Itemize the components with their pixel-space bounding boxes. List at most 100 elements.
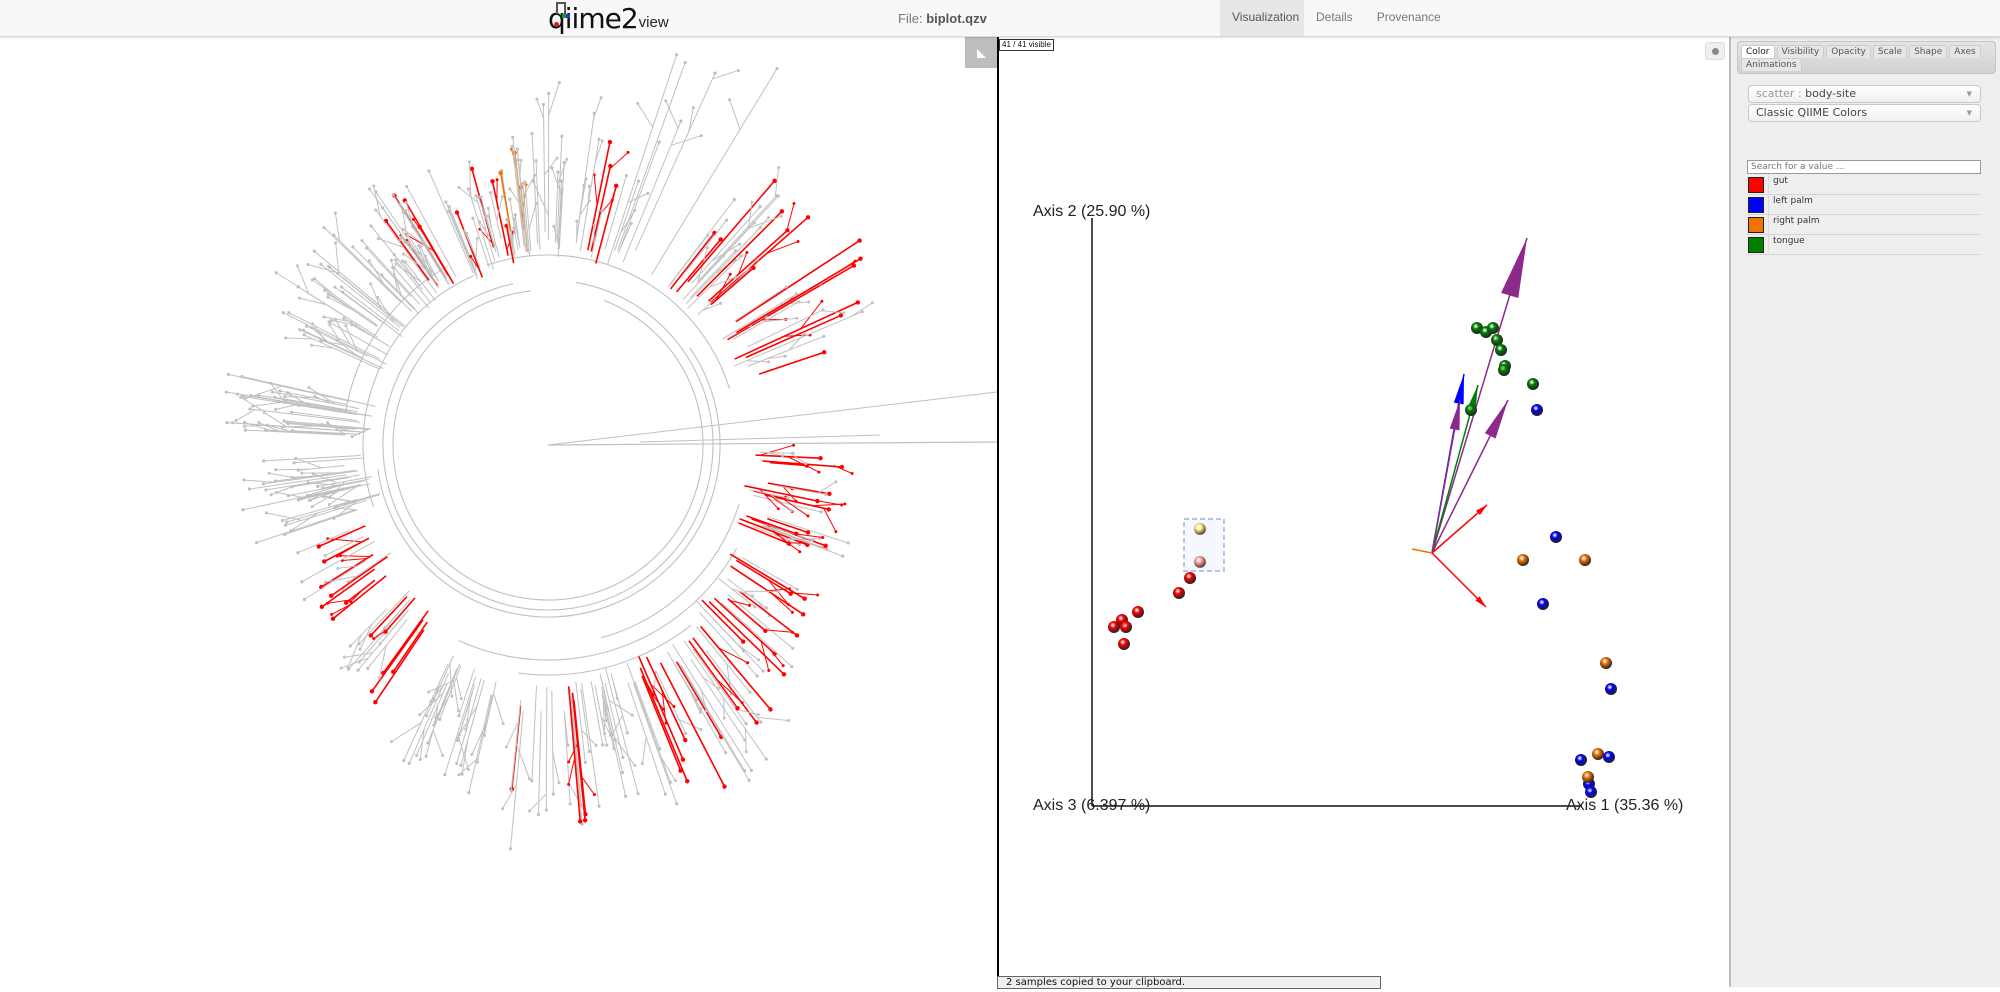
tree-ring xyxy=(459,548,737,660)
tree-branch xyxy=(591,211,602,258)
tree-tip xyxy=(405,201,408,204)
tree-tip xyxy=(753,605,756,608)
tree-tip xyxy=(467,791,470,794)
emperor-menu-pane: Color Visibility Opacity Scale Shape Axe… xyxy=(1729,37,2000,987)
tree-tip xyxy=(807,300,810,303)
category-select[interactable]: scatter : body-site ▼ xyxy=(1748,85,1981,103)
tree-tip xyxy=(292,461,295,464)
tree-tip xyxy=(330,613,333,616)
tree-tip xyxy=(757,658,760,661)
legend-search-input[interactable] xyxy=(1747,160,1981,174)
tree-tip xyxy=(457,709,460,712)
tree-branch xyxy=(836,467,852,474)
colormap-select[interactable]: Classic QIIME Colors ▼ xyxy=(1748,104,1981,122)
tree-tip xyxy=(765,758,768,761)
tree-branch xyxy=(618,63,685,251)
tree-tip xyxy=(834,530,837,533)
sample-point xyxy=(1517,554,1529,566)
tree-tip xyxy=(823,544,827,548)
tree-tip xyxy=(274,468,277,471)
color-swatch[interactable] xyxy=(1748,237,1764,253)
tree-tip xyxy=(283,395,286,398)
tree-tip xyxy=(747,779,750,782)
tree-tip xyxy=(792,444,795,447)
phylogenetic-tree[interactable] xyxy=(0,37,997,987)
tree-tip xyxy=(380,273,383,276)
tree-tip xyxy=(777,166,780,169)
legend-item-tongue[interactable]: tongue xyxy=(1747,235,1981,255)
tree-branch xyxy=(404,664,448,761)
legend-item-right-palm[interactable]: right palm xyxy=(1747,215,1981,235)
tree-tip xyxy=(340,286,343,289)
tree-tip xyxy=(681,757,685,761)
tree-tip xyxy=(699,711,702,714)
tree-tip xyxy=(530,779,533,782)
tree-tip xyxy=(637,180,640,183)
tree-tip xyxy=(412,218,415,221)
tab-provenance[interactable]: Provenance xyxy=(1365,0,1453,36)
menu-tab-opacity[interactable]: Opacity xyxy=(1826,45,1871,58)
menu-tab-animations[interactable]: Animations xyxy=(1741,58,1802,71)
tree-tip xyxy=(262,482,265,485)
legend-item-left-palm[interactable]: left palm xyxy=(1747,195,1981,215)
phylogenetic-tree-pane[interactable] xyxy=(0,37,997,987)
tree-tip xyxy=(390,740,393,743)
tree-tip xyxy=(373,700,377,704)
tree-branch xyxy=(594,98,602,119)
tree-tip xyxy=(432,724,435,727)
tree-tip xyxy=(605,744,608,747)
tree-tip xyxy=(419,758,422,761)
tree-branch xyxy=(371,597,407,636)
tree-tip xyxy=(415,754,418,757)
tree-branch xyxy=(661,663,725,787)
tree-tip xyxy=(552,793,555,796)
color-swatch[interactable] xyxy=(1748,217,1764,233)
menu-tabs: Color Visibility Opacity Scale Shape Axe… xyxy=(1737,41,1996,74)
sample-point xyxy=(1550,531,1562,543)
tree-ring xyxy=(393,291,703,600)
tab-visualization[interactable]: Visualization xyxy=(1220,0,1304,36)
menu-tab-scale[interactable]: Scale xyxy=(1873,45,1907,58)
color-swatch[interactable] xyxy=(1748,177,1764,193)
tree-tip xyxy=(791,611,794,614)
sample-point xyxy=(1600,657,1612,669)
tree-tip xyxy=(781,454,784,457)
tree-tip xyxy=(679,120,682,123)
tree-branch xyxy=(553,752,559,783)
tab-details[interactable]: Details xyxy=(1304,0,1365,36)
menu-tab-visibility[interactable]: Visibility xyxy=(1777,45,1825,58)
tree-clade xyxy=(668,166,810,314)
tree-branch xyxy=(618,142,659,253)
menu-tab-shape[interactable]: Shape xyxy=(1909,45,1947,58)
menu-tab-color[interactable]: Color xyxy=(1741,45,1775,58)
tree-branch xyxy=(286,500,367,525)
tree-tip xyxy=(608,140,612,144)
tree-branch xyxy=(307,326,368,356)
tree-tip xyxy=(297,498,300,501)
legend-item-gut[interactable]: gut xyxy=(1747,175,1981,195)
tree-tip xyxy=(820,300,823,303)
tree-tip xyxy=(738,243,741,246)
collapse-tree-button[interactable] xyxy=(965,37,997,68)
tree-branch xyxy=(242,376,376,406)
tree-tip xyxy=(336,272,339,275)
tree-tip xyxy=(360,239,363,242)
qiime2-view-logo[interactable]: qiime2 view xyxy=(548,2,669,34)
tree-tip xyxy=(793,202,796,205)
tree-tip xyxy=(794,532,798,536)
emperor-scatter-pane[interactable] xyxy=(999,37,1729,987)
tree-branch xyxy=(764,630,792,632)
tree-tip xyxy=(347,668,350,671)
tree-tip xyxy=(285,521,288,524)
tree-branch xyxy=(668,199,734,286)
settings-button[interactable] xyxy=(1705,42,1725,60)
menu-tab-axes[interactable]: Axes xyxy=(1949,45,1980,58)
tree-tip xyxy=(528,777,531,780)
emperor-biplot[interactable] xyxy=(999,37,1729,987)
tree-tip xyxy=(818,456,822,460)
tree-tip xyxy=(225,390,228,393)
tree-tip xyxy=(248,407,251,410)
tree-branch xyxy=(638,103,653,127)
axis3-label: Axis 3 (6.397 %) xyxy=(1033,797,1150,815)
color-swatch[interactable] xyxy=(1748,197,1764,213)
